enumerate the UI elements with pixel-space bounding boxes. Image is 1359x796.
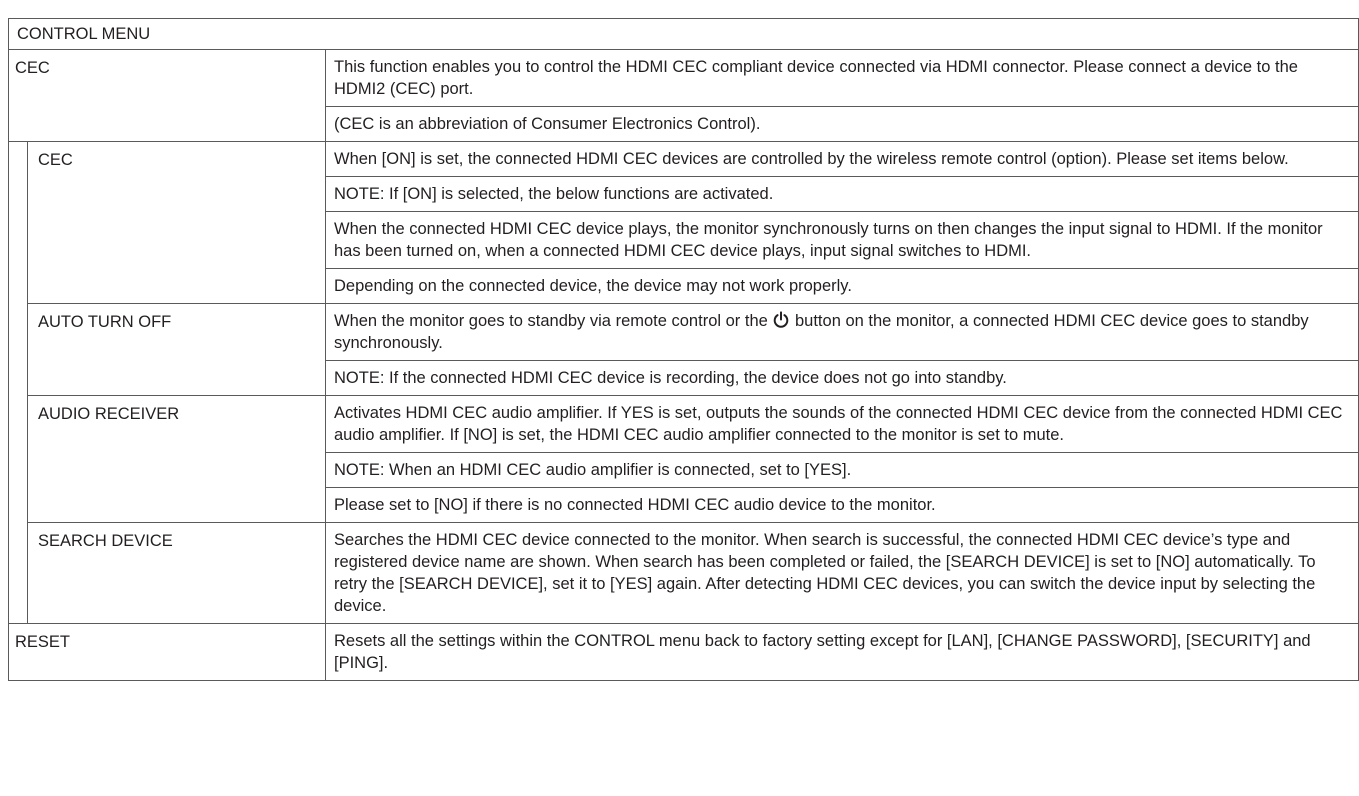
cec-desc-4: Depending on the connected device, the d… (326, 268, 1358, 303)
auto-turn-off-row: AUTO TURN OFF When the monitor goes to s… (9, 303, 1359, 396)
reset-label: RESET (8, 623, 326, 681)
cec-row: CEC When [ON] is set, the connected HDMI… (8, 141, 1359, 624)
table-header-row: CONTROL MENU (8, 18, 1359, 50)
audio-receiver-description: Activates HDMI CEC audio amplifier. If Y… (325, 395, 1359, 523)
auto-turn-off-label: AUTO TURN OFF (27, 303, 326, 396)
cec-desc-3: When the connected HDMI CEC device plays… (326, 211, 1358, 268)
power-icon (774, 311, 789, 328)
cec-description: When [ON] is set, the connected HDMI CEC… (325, 141, 1359, 304)
reset-row: RESET Resets all the settings within the… (8, 623, 1359, 681)
indent-gutter (8, 141, 28, 624)
table-title: CONTROL MENU (8, 18, 1359, 50)
cec-label: CEC (27, 141, 326, 304)
cec-group-desc-1: This function enables you to control the… (334, 58, 1298, 98)
cec-group-label: CEC (8, 49, 326, 142)
cec-desc-2: NOTE: If [ON] is selected, the below fun… (326, 176, 1358, 211)
search-device-desc-1: Searches the HDMI CEC device connected t… (334, 531, 1316, 615)
audio-receiver-desc-2: NOTE: When an HDMI CEC audio amplifier i… (326, 452, 1358, 487)
cec-group-row: CEC This function enables you to control… (8, 49, 1359, 142)
audio-receiver-desc-3: Please set to [NO] if there is no connec… (326, 487, 1358, 522)
cec-group-description: This function enables you to control the… (325, 49, 1359, 142)
auto-turn-off-desc-start: When the monitor goes to standby via rem… (334, 312, 773, 330)
reset-desc-1: Resets all the settings within the CONTR… (334, 632, 1311, 672)
search-device-label: SEARCH DEVICE (27, 522, 326, 624)
reset-description: Resets all the settings within the CONTR… (325, 623, 1359, 681)
audio-receiver-desc-1: Activates HDMI CEC audio amplifier. If Y… (334, 404, 1343, 444)
search-device-row: SEARCH DEVICE Searches the HDMI CEC devi… (9, 522, 1359, 624)
cec-desc-1: When [ON] is set, the connected HDMI CEC… (334, 150, 1289, 168)
auto-turn-off-description: When the monitor goes to standby via rem… (325, 303, 1359, 396)
cec-group-desc-2: (CEC is an abbreviation of Consumer Elec… (326, 106, 1358, 141)
auto-turn-off-note: NOTE: If the connected HDMI CEC device i… (326, 360, 1358, 395)
audio-receiver-label: AUDIO RECEIVER (27, 395, 326, 523)
auto-turn-off-desc-1: When the monitor goes to standby via rem… (326, 304, 1358, 360)
control-menu-table: CONTROL MENU CEC This function enables y… (8, 18, 1359, 681)
search-device-description: Searches the HDMI CEC device connected t… (325, 522, 1359, 624)
audio-receiver-row: AUDIO RECEIVER Activates HDMI CEC audio … (9, 395, 1359, 523)
